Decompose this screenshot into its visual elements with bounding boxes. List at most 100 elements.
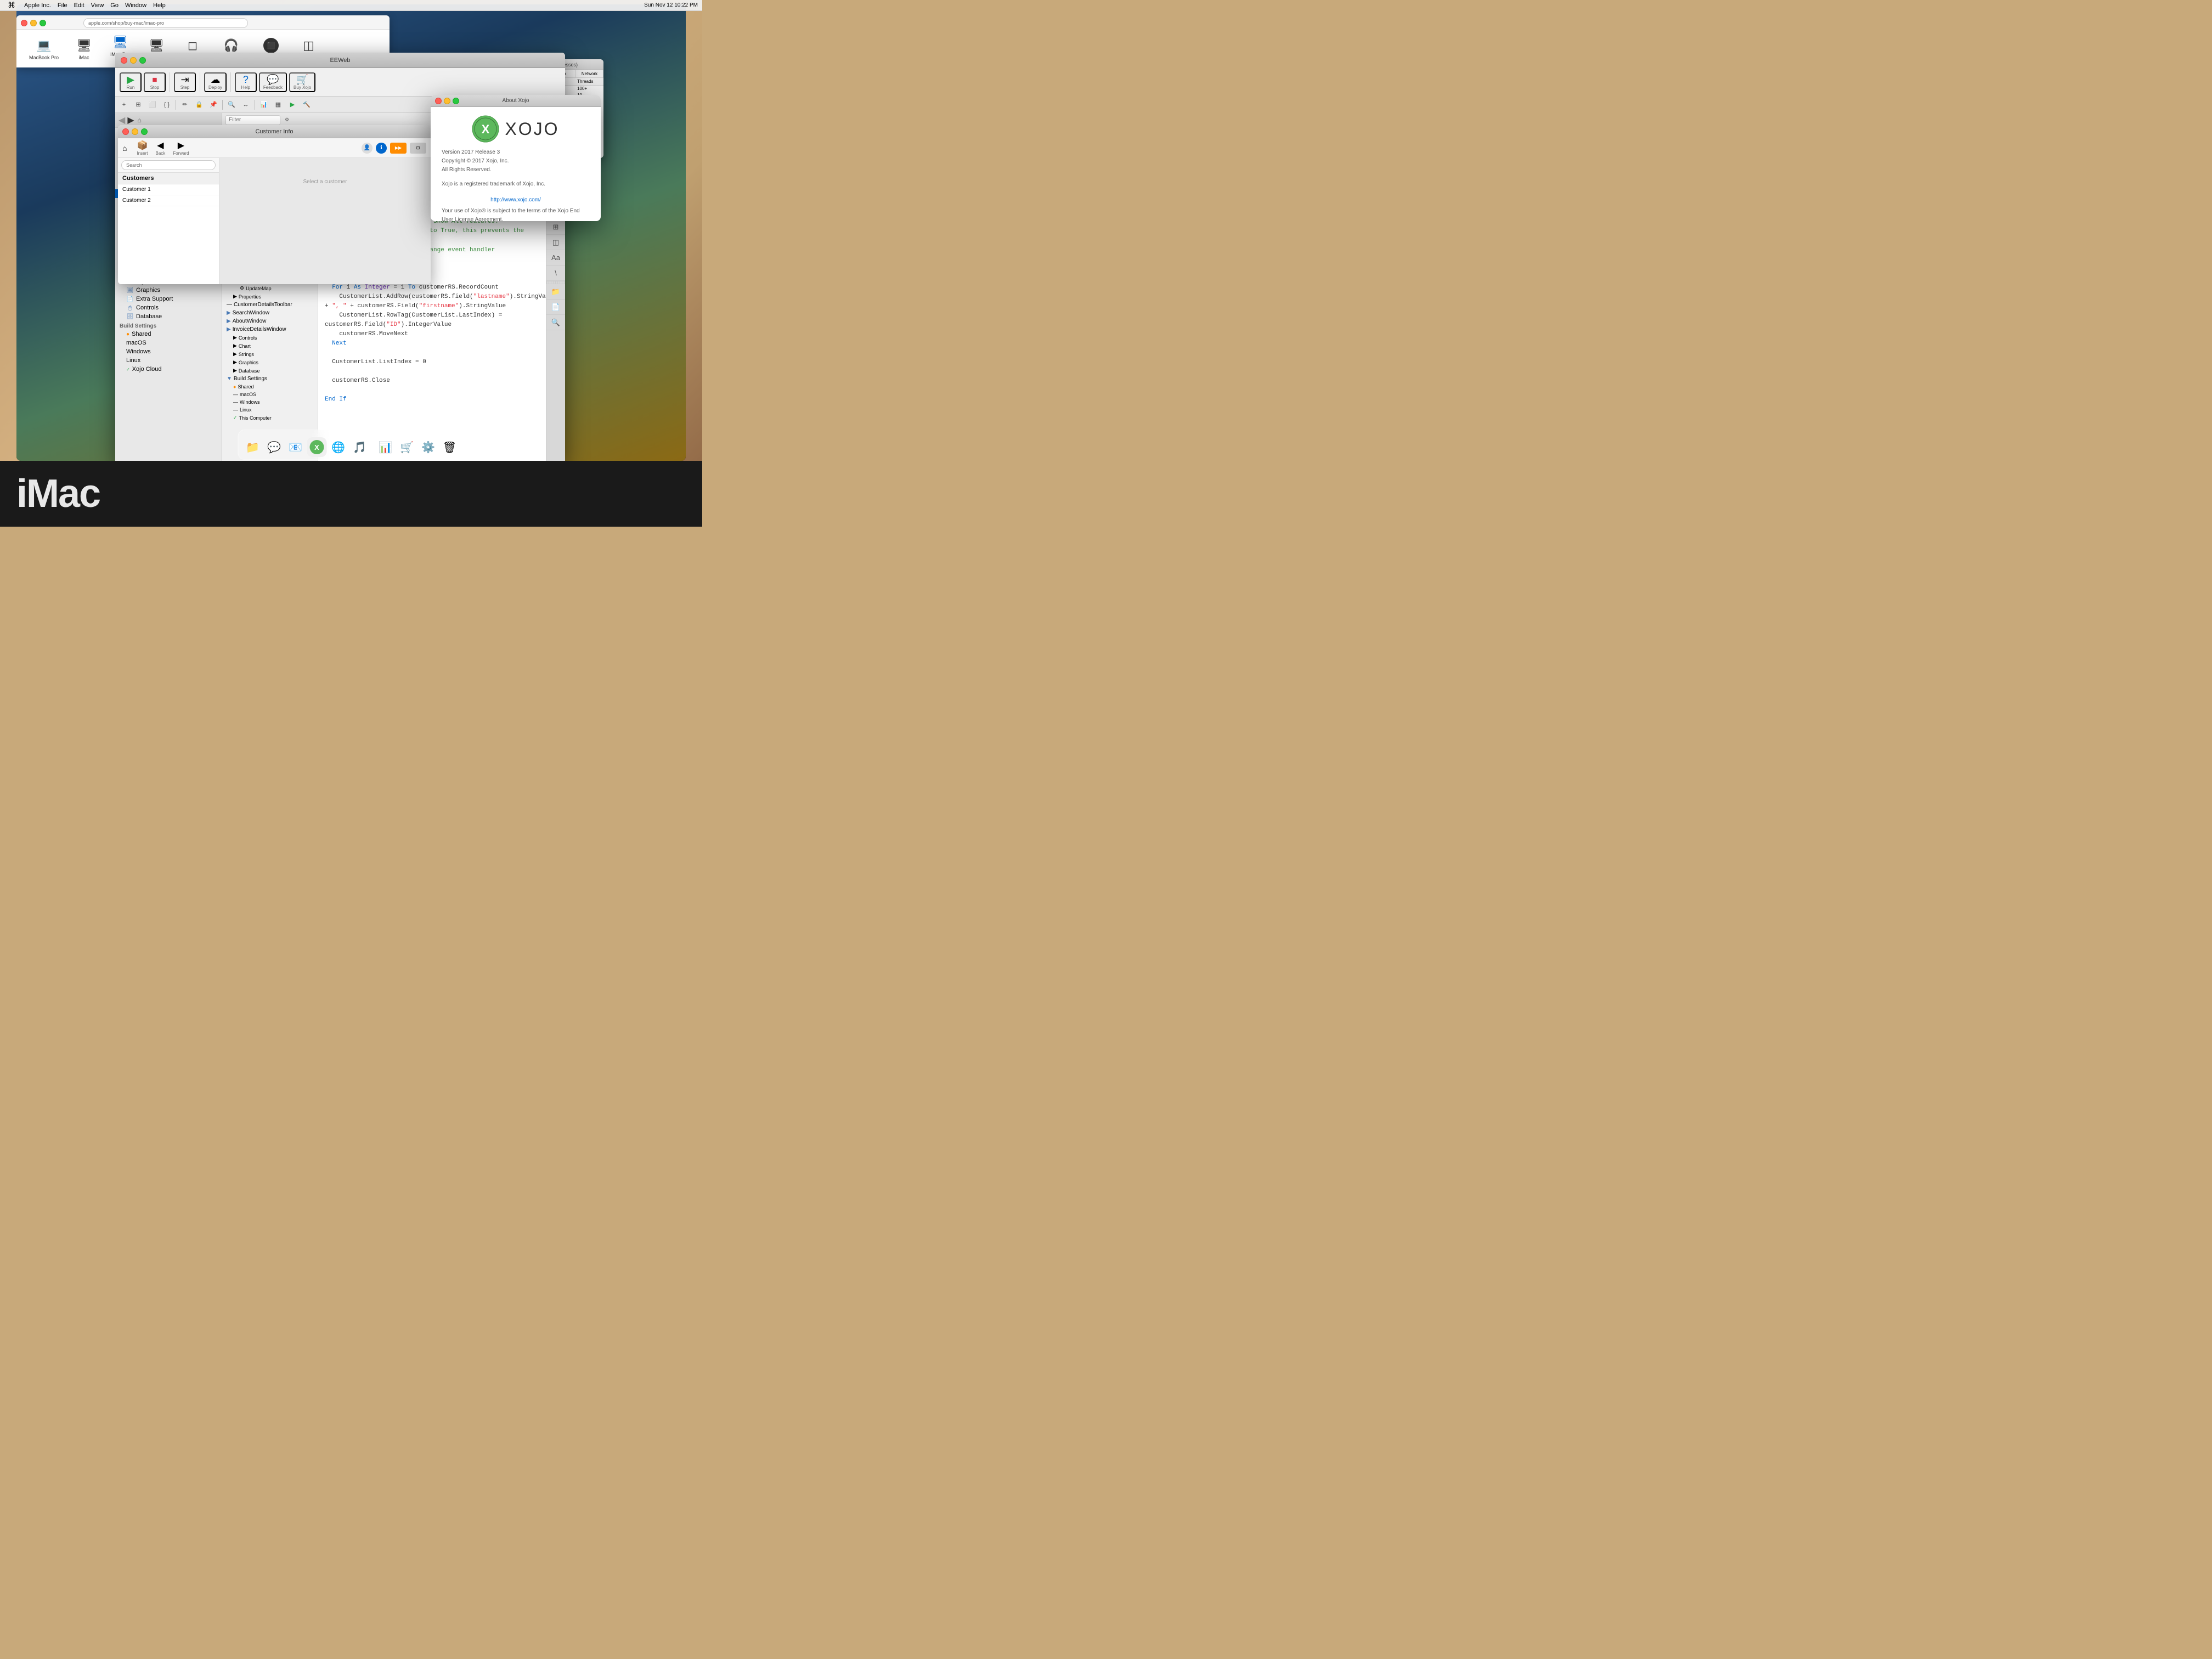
cust-build-btn[interactable]: ⊡ (410, 143, 426, 154)
nav2-database2[interactable]: ▶ Database (222, 366, 318, 375)
tb2-search-btn[interactable]: 🔍 (225, 99, 238, 111)
rtool-folder[interactable]: 📁 (546, 284, 565, 300)
run-button[interactable]: ▶ Run (120, 72, 142, 92)
dock-numbers[interactable]: 📊 (376, 437, 396, 457)
customer-minimize[interactable] (132, 128, 138, 135)
nav-back-icon[interactable]: ◀ (119, 115, 125, 126)
tb2-layout-btn[interactable]: ⬜ (146, 99, 159, 111)
nav-controls[interactable]: 🖱 Controls (115, 303, 222, 312)
apple-menu[interactable]: ⌘ (4, 0, 19, 10)
cust-run-btn[interactable]: ▶▶ (390, 143, 407, 154)
menu-file[interactable]: File (54, 0, 71, 10)
menu-help[interactable]: Help (150, 0, 169, 10)
nav2-invoice-details-window[interactable]: ▶ InvoiceDetailsWindow (222, 325, 318, 334)
customer-home-btn[interactable]: ⌂ (122, 144, 127, 153)
rtool-font[interactable]: Aa (546, 250, 565, 266)
nav2-linux2[interactable]: — Linux (222, 406, 318, 414)
tb2-run2-btn[interactable]: ▶ (286, 99, 299, 111)
nav-windows[interactable]: Windows (115, 347, 222, 356)
nav2-strings2[interactable]: ▶ Strings (222, 350, 318, 358)
tb2-build-btn[interactable]: 🔨 (300, 99, 313, 111)
dock-settings[interactable]: ⚙️ (419, 437, 438, 457)
tb2-bar-btn[interactable]: ▦ (272, 99, 285, 111)
about-minimize-btn[interactable] (444, 98, 450, 104)
nav-xojo-cloud[interactable]: ✓ Xojo Cloud (115, 365, 222, 374)
tb2-replace-btn[interactable]: ↔ (239, 99, 252, 111)
cust-info-btn[interactable]: ℹ (376, 143, 387, 154)
nav2-search-window[interactable]: ▶ SearchWindow (222, 309, 318, 317)
nav-macos[interactable]: macOS (115, 338, 222, 347)
browser-url-bar[interactable]: apple.com/shop/buy-mac/imac-pro (83, 18, 248, 28)
browser-close-button[interactable] (21, 20, 27, 26)
nav2-about-window[interactable]: ▶ AboutWindow (222, 317, 318, 325)
dock-appstore[interactable]: 🛒 (397, 437, 417, 457)
cust-avatar-btn[interactable]: 👤 (362, 143, 373, 154)
nav-home-icon[interactable]: ⌂ (138, 116, 142, 124)
nav2-properties[interactable]: ▶ Properties (222, 292, 318, 301)
deploy-button[interactable]: ☁ Deploy (204, 72, 227, 92)
tb2-pin-btn[interactable]: 📌 (207, 99, 220, 111)
rtool-inspector[interactable]: 🔍 (546, 315, 565, 330)
tb2-lock-btn[interactable]: 🔒 (193, 99, 206, 111)
rtool-file[interactable]: 📄 (546, 300, 565, 315)
cust-back-btn[interactable]: ◀ Back (153, 139, 167, 157)
browser-minimize-button[interactable] (30, 20, 37, 26)
dock-messages[interactable]: 💬 (264, 437, 284, 457)
nav2-windows2[interactable]: — Windows (222, 398, 318, 406)
nav-database[interactable]: 🗄 Database (115, 312, 222, 321)
menu-view[interactable]: View (88, 0, 108, 10)
nav2-shared2[interactable]: ● Shared (222, 383, 318, 391)
dock-xojo[interactable]: X (307, 437, 327, 457)
stop-button[interactable]: ⏹ Stop (144, 72, 166, 92)
menu-edit[interactable]: Edit (71, 0, 88, 10)
rtool-line[interactable]: \ (546, 266, 565, 281)
customer-search-input[interactable] (121, 160, 216, 170)
nav2-update-map[interactable]: ⚙ UpdateMap (222, 284, 318, 292)
nav-linux[interactable]: Linux (115, 356, 222, 365)
filter-input[interactable] (225, 115, 280, 125)
nav2-controls2[interactable]: ▶ Controls (222, 334, 318, 342)
xojo-zoom-button[interactable] (139, 57, 146, 64)
device-macbook-pro[interactable]: 💻 MacBook Pro (25, 35, 63, 63)
about-website-link[interactable]: http://www.xojo.com/ (490, 197, 541, 203)
feedback-button[interactable]: 💬 Feedback (259, 72, 287, 92)
menu-go[interactable]: Go (107, 0, 122, 10)
cust-forward-btn[interactable]: ▶ Forward (171, 139, 191, 157)
customer-zoom[interactable] (141, 128, 148, 135)
nav2-macos2[interactable]: — macOS (222, 391, 318, 398)
xojo-close-button[interactable] (121, 57, 127, 64)
tb2-add-btn[interactable]: + (117, 99, 131, 111)
nav2-chart2[interactable]: ▶ Chart (222, 342, 318, 350)
nav2-this-computer[interactable]: ✓ This Computer (222, 414, 318, 422)
nav2-graphics2[interactable]: ▶ Graphics (222, 358, 318, 366)
xojo-minimize-button[interactable] (130, 57, 137, 64)
about-close-btn[interactable] (435, 98, 442, 104)
tb2-grid-btn[interactable]: ⊞ (132, 99, 145, 111)
dock-finder[interactable]: 📁 (243, 437, 263, 457)
rtool-palette3[interactable]: ◫ (546, 235, 565, 250)
dock-itunes[interactable]: 🎵 (350, 437, 370, 457)
menu-apple-inc[interactable]: Apple Inc. (21, 0, 54, 10)
insert-btn[interactable]: 📦 Insert (134, 139, 150, 157)
browser-zoom-button[interactable] (40, 20, 46, 26)
buy-xojo-button[interactable]: 🛒 Buy Xojo (289, 72, 315, 92)
rtool-grid[interactable]: ⊞ (546, 219, 565, 235)
step-button[interactable]: ⇥ Step (174, 72, 196, 92)
customer-close[interactable] (122, 128, 129, 135)
tb2-code-btn[interactable]: { } (160, 99, 173, 111)
menu-window[interactable]: Window (122, 0, 150, 10)
nav-forward-icon[interactable]: ▶ (127, 115, 134, 126)
customer-list-item-2[interactable]: Customer 2 (118, 195, 219, 206)
nav-extra-support[interactable]: 📄 Extra Support (115, 295, 222, 303)
help-button[interactable]: ? Help (235, 72, 257, 92)
dock-trash[interactable]: 🗑 (440, 437, 460, 457)
nav2-customer-details-toolbar[interactable]: — CustomerDetailsToolbar (222, 301, 318, 309)
nav2-build-settings[interactable]: ▼ Build Settings (222, 375, 318, 383)
nav-graphics[interactable]: 🖼 Graphics (115, 286, 222, 295)
nav-shared[interactable]: ● Shared (115, 330, 222, 338)
tb2-pencil-btn[interactable]: ✏ (178, 99, 191, 111)
dock-mail[interactable]: 📧 (286, 437, 306, 457)
am-tab-network[interactable]: Network (576, 70, 603, 77)
device-imac[interactable]: 🖥 iMac (69, 35, 99, 63)
about-zoom-btn[interactable] (453, 98, 459, 104)
